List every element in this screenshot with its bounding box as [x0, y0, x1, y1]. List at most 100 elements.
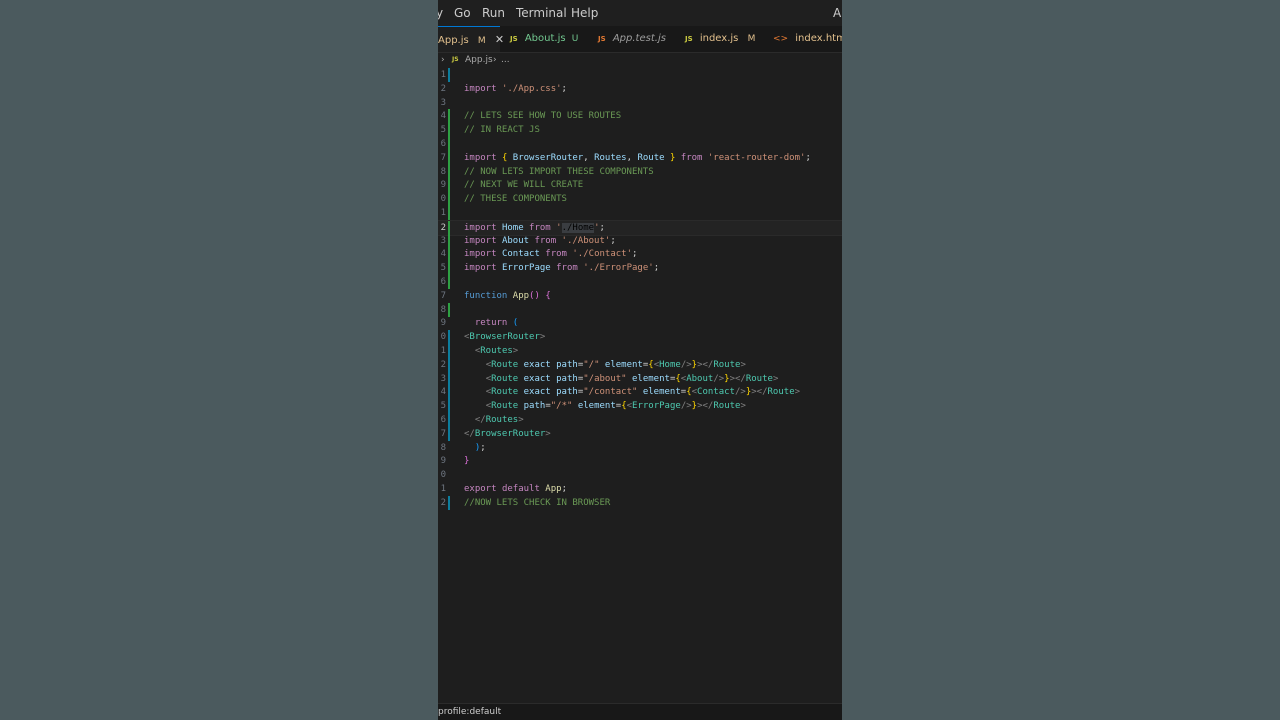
code-line[interactable]: 3: [438, 96, 842, 110]
breadcrumb: › JS App.js › ...: [438, 53, 842, 67]
menu-help[interactable]: Help: [571, 6, 598, 20]
tab-app-js[interactable]: App.js M ✕: [438, 26, 504, 52]
tab-index-html[interactable]: <> index.html M: [773, 26, 842, 52]
code-text: function App() {: [464, 289, 551, 303]
code-text: }: [464, 454, 469, 468]
line-number: 6: [440, 139, 446, 149]
code-token: >: [518, 415, 524, 425]
git-modified-marker[interactable]: [448, 495, 450, 510]
code-line[interactable]: 6: [438, 137, 842, 151]
close-icon[interactable]: ✕: [495, 33, 504, 46]
javascript-file-icon: JS: [598, 35, 606, 43]
code-token: >: [740, 359, 746, 370]
code-line[interactable]: 7 import { BrowserRouter, Routes, Route }…: [438, 150, 842, 165]
git-modified-marker[interactable]: [448, 357, 450, 372]
code-token: exact path: [523, 373, 578, 384]
code-line[interactable]: 8 // NOW LETS IMPORT THESE COMPONENTS: [438, 164, 842, 179]
git-added-marker[interactable]: [448, 137, 450, 151]
code-token: }: [464, 456, 470, 467]
menu-go[interactable]: Go: [454, 6, 471, 20]
code-line[interactable]: 7 function App() {: [438, 289, 842, 303]
code-line[interactable]: 2 import './App.css';: [438, 82, 842, 96]
menu-run[interactable]: Run: [482, 6, 505, 20]
code-line[interactable]: 1 export default App;: [438, 482, 842, 496]
code-line[interactable]: 9 // NEXT WE WILL CREATE: [438, 178, 842, 193]
line-number: 4: [440, 111, 446, 122]
git-added-marker[interactable]: [448, 302, 450, 317]
code-line[interactable]: 7 </BrowserRouter>: [438, 426, 842, 441]
git-modified-marker[interactable]: [448, 385, 450, 400]
code-line[interactable]: 6: [438, 275, 842, 289]
git-added-marker[interactable]: [448, 178, 450, 193]
code-line[interactable]: 1: [438, 68, 842, 82]
code-line[interactable]: 5 // IN REACT JS: [438, 123, 842, 138]
git-modified-marker[interactable]: [448, 413, 450, 427]
code-line[interactable]: 4 import Contact from './Contact';: [438, 247, 842, 262]
git-modified-marker[interactable]: [448, 330, 450, 345]
git-added-marker[interactable]: [448, 247, 450, 262]
tab-about-js[interactable]: JS About.js U: [510, 26, 578, 52]
code-token: >: [772, 373, 779, 384]
code-line[interactable]: 6 </Routes>: [438, 413, 842, 427]
code-line[interactable]: 3 import About from './About';: [438, 233, 842, 248]
code-line[interactable]: 0 // THESE COMPONENTS: [438, 192, 842, 207]
breadcrumb-file[interactable]: App.js: [465, 53, 493, 67]
code-line[interactable]: 4 // LETS SEE HOW TO USE ROUTES: [438, 109, 842, 124]
menu-view[interactable]: y: [438, 6, 443, 20]
code-line[interactable]: 8 );: [438, 441, 842, 455]
git-modified-marker[interactable]: [448, 68, 450, 82]
code-token: import: [464, 249, 502, 260]
git-modified-marker[interactable]: [448, 371, 450, 386]
code-text: <Routes>: [464, 344, 518, 358]
code-line[interactable]: 0 <BrowserRouter>: [438, 330, 842, 345]
line-number: 1: [440, 484, 446, 494]
status-profile[interactable]: profile:default: [438, 704, 501, 720]
code-line[interactable]: 1: [438, 206, 842, 220]
code-token: Route: [713, 359, 741, 370]
git-added-marker[interactable]: [448, 275, 450, 289]
code-line[interactable]: 4 <Route exact path="/contact" element={…: [438, 385, 842, 400]
code-line[interactable]: 9 return (: [438, 316, 842, 330]
line-number: 2: [440, 83, 446, 94]
code-line[interactable]: 1 <Routes>: [438, 344, 842, 358]
code-line[interactable]: 3 <Route exact path="/about" element={<A…: [438, 371, 842, 386]
code-text: // THESE COMPONENTS: [464, 192, 567, 206]
code-token: About: [686, 373, 714, 384]
git-added-marker[interactable]: [448, 109, 450, 124]
code-line[interactable]: 0: [438, 468, 842, 482]
code-line[interactable]: 2 //NOW LETS CHECK IN BROWSER: [438, 495, 842, 510]
line-number: 3: [440, 97, 446, 108]
code-token: App: [545, 484, 562, 494]
tab-app-test-js[interactable]: JS App.test.js: [598, 26, 666, 52]
git-added-marker[interactable]: [448, 150, 450, 165]
code-token: ;: [599, 222, 605, 233]
code-token: // NEXT WE WILL CREATE: [464, 180, 584, 191]
breadcrumb-symbol[interactable]: ...: [501, 53, 510, 67]
code-token: Route: [491, 401, 524, 412]
git-added-marker[interactable]: [448, 261, 450, 276]
menu-terminal[interactable]: Terminal: [516, 6, 567, 20]
tab-index-js[interactable]: JS index.js M: [685, 26, 755, 52]
code-line[interactable]: 5 <Route path="/*" element={<ErrorPage/>…: [438, 399, 842, 414]
code-token: 'react-router-dom': [707, 152, 806, 163]
git-added-marker[interactable]: [448, 233, 450, 248]
git-modified-marker[interactable]: [448, 399, 450, 414]
code-token: Routes: [485, 415, 519, 425]
line-number: 3: [440, 373, 446, 384]
git-added-marker[interactable]: [448, 192, 450, 207]
git-added-marker[interactable]: [448, 206, 450, 220]
git-modified-marker[interactable]: [448, 426, 450, 441]
code-token: {: [545, 290, 551, 301]
line-number: 1: [440, 70, 446, 80]
code-line[interactable]: 5 import ErrorPage from './ErrorPage';: [438, 261, 842, 276]
code-line[interactable]: 2 <Route exact path="/" element={<Home/>…: [438, 357, 842, 372]
code-editor[interactable]: 1 2 import './App.css'; 3 4 // LETS SEE HOW T…: [438, 67, 842, 703]
git-added-marker[interactable]: [448, 164, 450, 179]
code-line[interactable]: 9}: [438, 454, 842, 468]
code-line[interactable]: 8: [438, 302, 842, 317]
git-modified-marker[interactable]: [448, 344, 450, 358]
git-added-marker[interactable]: [448, 123, 450, 138]
